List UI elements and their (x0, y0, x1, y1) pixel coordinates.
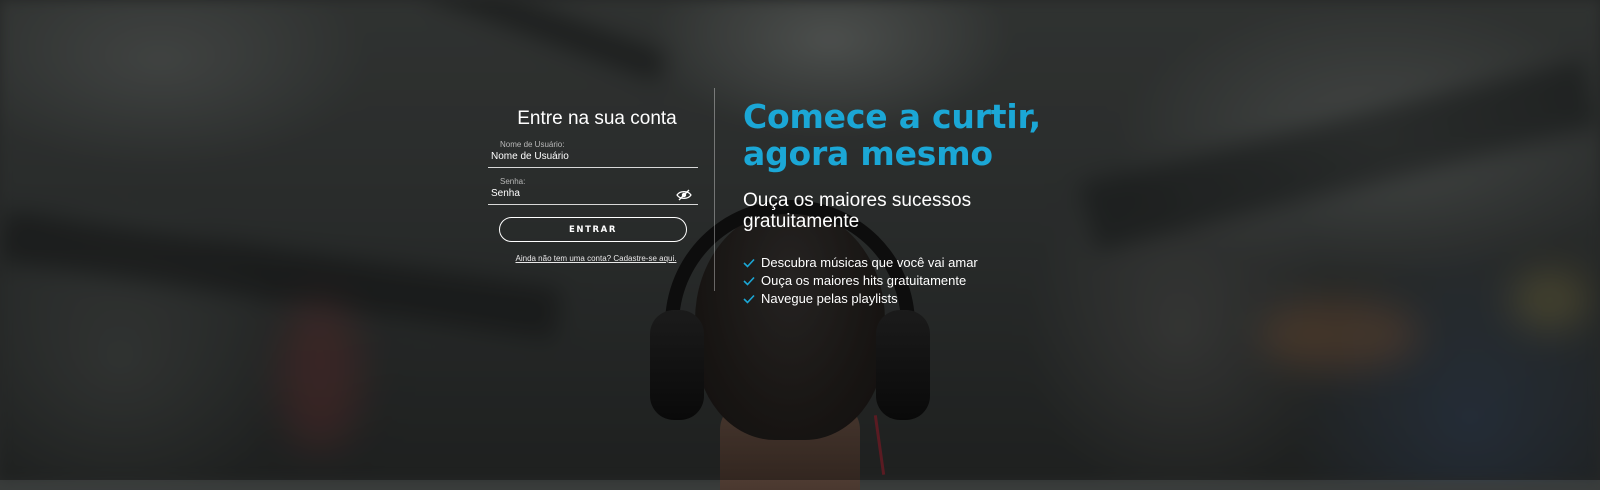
password-field: Senha: (488, 177, 698, 205)
promo-subhead-line1: Ouça os maiores sucessos (743, 190, 972, 211)
check-icon (743, 294, 755, 304)
username-input[interactable] (491, 151, 671, 162)
check-icon (743, 258, 755, 268)
promo-headline-line1: Comece a curtir, (743, 97, 1042, 136)
eye-slash-icon[interactable] (676, 189, 692, 201)
vertical-divider (714, 88, 715, 291)
signup-link[interactable]: Ainda não tem uma conta? Cadastre-se aqu… (488, 254, 698, 263)
feature-item: Descubra músicas que você vai amar (743, 254, 1163, 272)
promo-subhead: Ouça os maiores sucessos gratuitamente (743, 190, 1163, 232)
login-button[interactable]: ENTRAR (499, 217, 687, 242)
login-form: Entre na sua conta Nome de Usuário: Senh… (488, 108, 698, 263)
check-icon (743, 276, 755, 286)
feature-text: Navegue pelas playlists (761, 291, 898, 306)
login-title: Entre na sua conta (517, 108, 677, 129)
feature-text: Descubra músicas que você vai amar (761, 255, 978, 270)
password-input[interactable] (491, 188, 671, 199)
promo-headline-line2: agora mesmo (743, 134, 993, 173)
promo-headline: Comece a curtir, agora mesmo (743, 98, 1163, 172)
username-field: Nome de Usuário: (488, 140, 698, 168)
username-label: Nome de Usuário: (500, 140, 565, 149)
promo-subhead-line2: gratuitamente (743, 211, 860, 232)
feature-text: Ouça os maiores hits gratuitamente (761, 273, 967, 288)
feature-item: Ouça os maiores hits gratuitamente (743, 272, 1163, 290)
password-label: Senha: (500, 177, 526, 186)
feature-item: Navegue pelas playlists (743, 290, 1163, 308)
promo-section: Comece a curtir, agora mesmo Ouça os mai… (743, 98, 1163, 308)
feature-list: Descubra músicas que você vai amar Ouça … (743, 254, 1163, 308)
